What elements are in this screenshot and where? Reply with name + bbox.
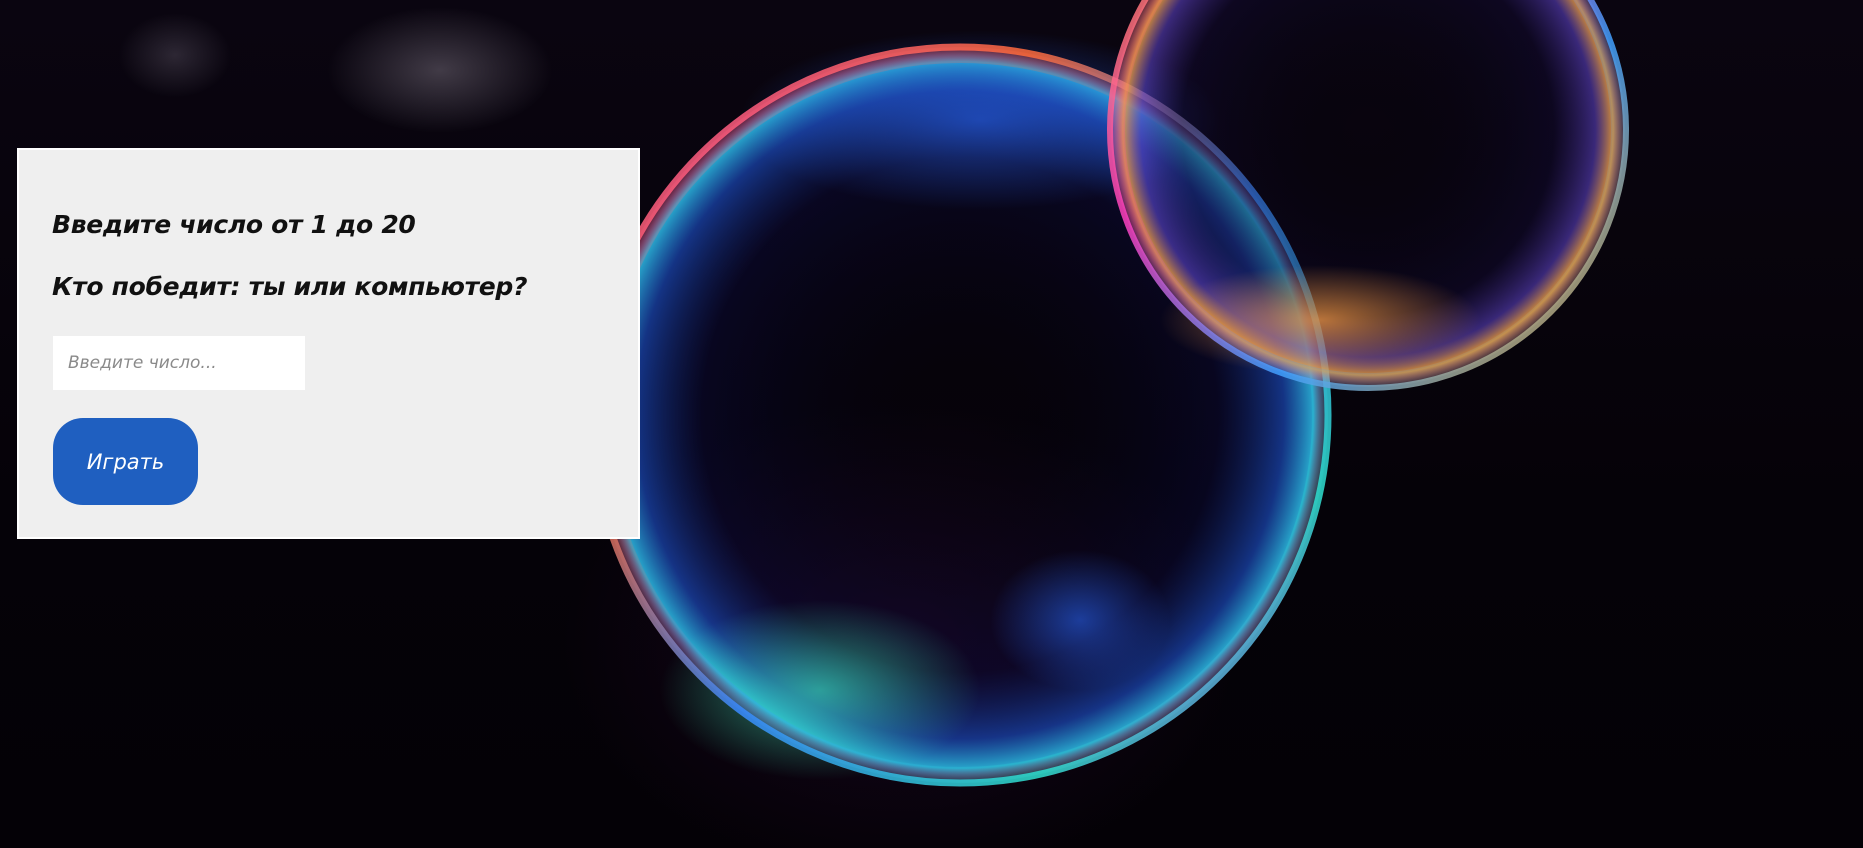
number-input[interactable] xyxy=(53,336,305,390)
game-panel: Введите число от 1 до 20 Кто победит: ты… xyxy=(17,148,640,539)
page-background: Введите число от 1 до 20 Кто победит: ты… xyxy=(0,0,1863,848)
instruction-heading: Введите число от 1 до 20 xyxy=(52,210,416,239)
challenge-heading: Кто победит: ты или компьютер? xyxy=(52,272,528,301)
play-button[interactable]: Играть xyxy=(53,418,198,505)
small-bubble xyxy=(1107,0,1629,391)
